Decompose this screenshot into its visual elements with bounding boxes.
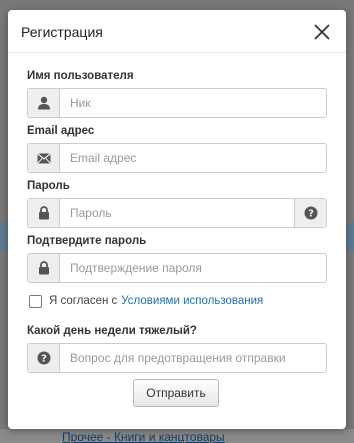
close-icon bbox=[314, 24, 330, 40]
modal-title: Регистрация bbox=[21, 24, 103, 40]
svg-text:?: ? bbox=[41, 354, 47, 365]
username-label: Имя пользователя bbox=[27, 70, 134, 82]
user-icon bbox=[28, 89, 60, 117]
submit-button[interactable]: Отправить bbox=[133, 379, 219, 407]
lock-icon bbox=[28, 254, 60, 282]
terms-checkbox[interactable] bbox=[29, 294, 42, 308]
password-group: ? bbox=[27, 198, 327, 228]
confirm-password-group bbox=[27, 253, 327, 283]
background-link: Прочее - Книги и канцтовары bbox=[62, 430, 225, 443]
registration-modal: Регистрация Имя пользователя Email адрес bbox=[8, 10, 346, 429]
security-question-label: Какой день недели тяжелый? bbox=[27, 325, 197, 337]
security-question-group: ? bbox=[27, 343, 327, 373]
email-label: Email адрес bbox=[27, 125, 95, 137]
password-label: Пароль bbox=[27, 180, 70, 192]
question-circle-icon: ? bbox=[28, 344, 60, 372]
terms-text: Я согласен с bbox=[49, 295, 118, 307]
modal-header: Регистрация bbox=[8, 10, 346, 53]
question-circle-icon: ? bbox=[304, 206, 317, 220]
email-input[interactable] bbox=[61, 144, 326, 172]
lock-icon bbox=[28, 199, 60, 227]
close-button[interactable] bbox=[310, 20, 334, 44]
password-help-button[interactable]: ? bbox=[294, 199, 326, 227]
background-strip bbox=[0, 222, 8, 252]
username-input[interactable] bbox=[61, 89, 326, 117]
email-group bbox=[27, 143, 327, 173]
confirm-password-label: Подтвердите пароль bbox=[27, 235, 147, 247]
security-answer-input[interactable] bbox=[61, 344, 326, 372]
password-input[interactable] bbox=[61, 199, 294, 227]
confirm-password-input[interactable] bbox=[61, 254, 326, 282]
username-group bbox=[27, 88, 327, 118]
terms-row: Я согласен с Условиями использования bbox=[27, 293, 263, 309]
svg-text:?: ? bbox=[308, 209, 314, 220]
background-strip bbox=[346, 222, 354, 252]
terms-link[interactable]: Условиями использования bbox=[121, 295, 263, 307]
envelope-icon bbox=[28, 144, 60, 172]
